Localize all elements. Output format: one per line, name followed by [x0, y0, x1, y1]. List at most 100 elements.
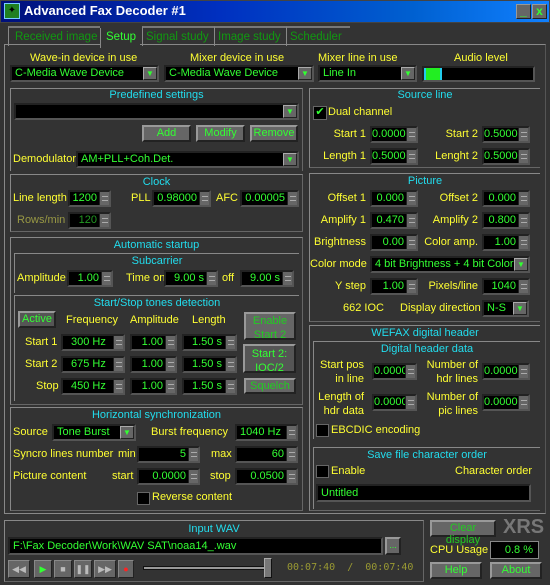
spin-arrows-icon[interactable] [225, 380, 235, 393]
spin-arrows-icon[interactable] [113, 358, 123, 371]
length-hdr-data-spinner[interactable]: 0.0000 [372, 394, 417, 411]
amplify2-spinner[interactable]: 0.800 [482, 212, 530, 229]
modify-button[interactable]: Modify [196, 125, 245, 142]
spin-arrows-icon[interactable] [406, 214, 416, 227]
ebcdic-checkbox[interactable] [316, 424, 329, 437]
character-order-input[interactable]: Untitled [316, 484, 531, 502]
time-on-spinner[interactable]: 9.00 s [164, 270, 218, 287]
minimize-button[interactable]: _ [516, 4, 531, 19]
spin-arrows-icon[interactable] [165, 380, 175, 393]
spin-arrows-icon[interactable] [101, 272, 111, 285]
play-icon[interactable]: ▶ [34, 560, 52, 578]
wave-in-select[interactable]: C-Media Wave Device ▼ [10, 65, 159, 82]
start1-spinner[interactable]: 0.0000 [370, 126, 418, 143]
time-off-spinner[interactable]: 9.00 s [240, 270, 294, 287]
sync-max-spinner[interactable]: 60 [235, 446, 298, 463]
spin-arrows-icon[interactable] [165, 336, 175, 349]
spin-arrows-icon[interactable] [286, 426, 296, 439]
rewind-icon[interactable]: ◀◀ [8, 560, 30, 578]
spin-arrows-icon[interactable] [406, 128, 416, 141]
chevron-down-icon[interactable]: ▼ [120, 426, 134, 439]
subcarrier-amplitude-spinner[interactable]: 1.00 [67, 270, 113, 287]
pause-icon[interactable]: ❚❚ [74, 560, 92, 578]
spin-arrows-icon[interactable] [287, 192, 297, 205]
stop-icon[interactable]: ■ [54, 560, 72, 578]
spin-arrows-icon[interactable] [206, 272, 216, 285]
tone-amplitude-spinner[interactable]: 1.00 [130, 334, 177, 351]
spin-arrows-icon[interactable] [518, 280, 528, 293]
spin-arrows-icon[interactable] [286, 448, 296, 461]
tone-amplitude-spinner[interactable]: 1.00 [130, 356, 177, 373]
tab-received-image[interactable]: Received image [8, 26, 100, 46]
predefined-settings-select[interactable]: ▼ [14, 103, 299, 120]
spin-arrows-icon[interactable] [406, 150, 416, 163]
offset2-spinner[interactable]: 0.000 [482, 190, 530, 207]
chevron-down-icon[interactable]: ▼ [298, 67, 312, 80]
help-button[interactable]: Help [430, 562, 482, 579]
spin-arrows-icon[interactable] [406, 236, 416, 249]
spin-arrows-icon[interactable] [405, 365, 415, 378]
spin-arrows-icon[interactable] [405, 396, 415, 409]
browse-button[interactable]: ... [385, 537, 401, 555]
spin-arrows-icon[interactable] [518, 128, 528, 141]
start-pos-spinner[interactable]: 0.0000 [372, 363, 417, 380]
spin-arrows-icon[interactable] [113, 336, 123, 349]
spin-arrows-icon[interactable] [282, 272, 292, 285]
close-button[interactable]: x [532, 4, 547, 19]
spin-arrows-icon[interactable] [406, 192, 416, 205]
spin-arrows-icon[interactable] [165, 358, 175, 371]
pll-spinner[interactable]: 0.98000 [152, 190, 211, 207]
line-length-spinner[interactable]: 1200 [68, 190, 111, 207]
burst-frequency-spinner[interactable]: 1040 Hz [235, 424, 298, 441]
num-hdr-lines-spinner[interactable]: 0.0000 [482, 363, 530, 380]
tab-scheduler[interactable]: Scheduler [286, 26, 350, 46]
clear-display-button[interactable]: Clear display [430, 520, 496, 546]
display-direction-select[interactable]: N-S ▼ [482, 300, 529, 317]
reverse-content-checkbox[interactable] [137, 492, 150, 505]
chevron-down-icon[interactable]: ▼ [513, 302, 527, 315]
sync-min-spinner[interactable]: 5 [137, 446, 200, 463]
playback-position-slider[interactable] [143, 566, 268, 570]
dual-channel-checkbox[interactable]: ✔ [313, 106, 327, 120]
brightness-spinner[interactable]: 0.00 [370, 234, 418, 251]
tab-image-study[interactable]: Image study [214, 26, 286, 46]
demodulator-select[interactable]: AM+PLL+Coh.Det. ▼ [76, 151, 299, 168]
length2-spinner[interactable]: 0.5000 [482, 148, 530, 165]
tab-signal-study[interactable]: Signal study [142, 26, 214, 46]
spin-arrows-icon[interactable] [406, 280, 416, 293]
add-button[interactable]: Add [142, 125, 191, 142]
tone-length-spinner[interactable]: 1.50 s [182, 334, 237, 351]
offset1-spinner[interactable]: 0.000 [370, 190, 418, 207]
enable-start2-button[interactable]: Enable Start 2 [244, 312, 296, 341]
spin-arrows-icon[interactable] [518, 396, 528, 409]
color-amp-spinner[interactable]: 1.00 [482, 234, 530, 251]
record-icon[interactable]: ● [118, 560, 134, 578]
mixer-device-select[interactable]: C-Media Wave Device ▼ [164, 65, 314, 82]
tone-length-spinner[interactable]: 1.50 s [182, 378, 237, 395]
tab-setup[interactable]: Setup [100, 28, 140, 48]
tone-amplitude-spinner[interactable]: 1.00 [130, 378, 177, 395]
spin-arrows-icon[interactable] [199, 192, 209, 205]
playback-slider-thumb[interactable] [264, 558, 272, 578]
chevron-down-icon[interactable]: ▼ [283, 153, 297, 166]
spin-arrows-icon[interactable] [286, 470, 296, 483]
content-stop-spinner[interactable]: 0.0500 [235, 468, 298, 485]
afc-spinner[interactable]: 0.00005 [240, 190, 299, 207]
ystep-spinner[interactable]: 1.00 [370, 278, 418, 295]
pixels-line-spinner[interactable]: 1040 [482, 278, 530, 295]
spin-arrows-icon[interactable] [225, 336, 235, 349]
spin-arrows-icon[interactable] [113, 380, 123, 393]
start2-spinner[interactable]: 0.5000 [482, 126, 530, 143]
sync-source-select[interactable]: Tone Burst ▼ [52, 424, 136, 441]
about-button[interactable]: About [490, 562, 542, 579]
remove-button[interactable]: Remove [250, 125, 298, 142]
wav-path-input[interactable]: F:\Fax Decoder\Work\WAV SAT\noaa14_.wav [8, 537, 383, 555]
color-mode-select[interactable]: 4 bit Brightness + 4 bit Color ▼ [370, 256, 530, 273]
active-toggle[interactable]: Active [18, 311, 56, 328]
length1-spinner[interactable]: 0.5000 [370, 148, 418, 165]
save-order-enable-checkbox[interactable] [316, 465, 329, 478]
spin-arrows-icon[interactable] [518, 150, 528, 163]
chevron-down-icon[interactable]: ▼ [283, 105, 297, 118]
chevron-down-icon[interactable]: ▼ [143, 67, 157, 80]
spin-arrows-icon[interactable] [518, 236, 528, 249]
